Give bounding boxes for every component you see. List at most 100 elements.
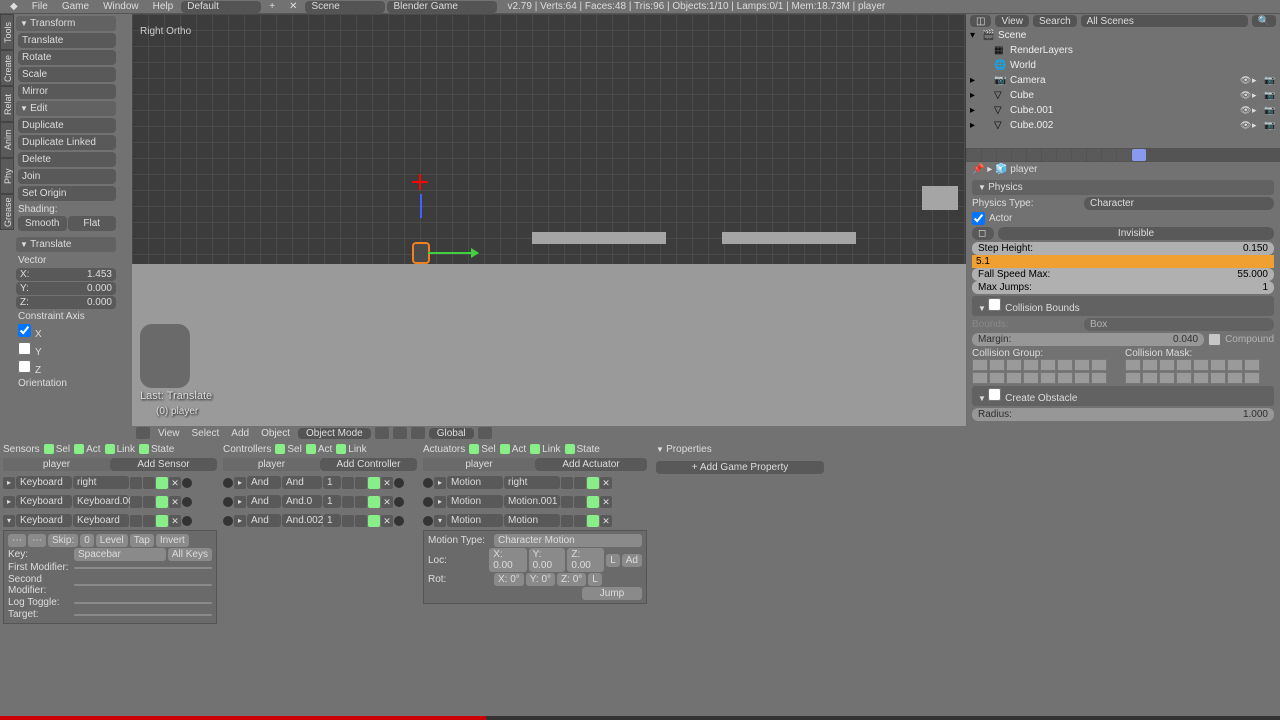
jump-force-input[interactable] [972, 255, 1274, 268]
level-button[interactable]: Level [96, 534, 128, 547]
outliner-search[interactable]: Search [1033, 15, 1077, 27]
sensors-title[interactable]: Sensors [3, 444, 40, 455]
phys-type-dropdown[interactable]: Character [1084, 197, 1274, 210]
tab-renderlayers[interactable] [982, 149, 996, 161]
menu-file[interactable]: File [26, 1, 54, 12]
ghost-icon[interactable]: ◻ [972, 227, 994, 240]
translate-button[interactable]: Translate [18, 33, 116, 48]
vp-menu-add[interactable]: Add [227, 428, 253, 439]
secmod-field[interactable] [74, 584, 212, 586]
outliner-scene[interactable]: Scene [998, 30, 1026, 41]
outliner-view[interactable]: View [995, 15, 1029, 27]
sensor-brick-1[interactable]: ▸KeyboardKeyboard.001✕ [3, 494, 217, 509]
outliner-type-icon[interactable]: ◫ [970, 15, 991, 27]
tab-world-props[interactable] [1012, 149, 1026, 161]
controller-brick-0[interactable]: ▸AndAnd1✕ [223, 475, 417, 490]
tab-tools[interactable]: Tools [0, 14, 14, 50]
loc-l[interactable]: L [606, 554, 620, 567]
add-game-property-button[interactable]: + Add Game Property [656, 461, 824, 474]
act-act[interactable]: Act [500, 444, 526, 455]
viewport-3d[interactable]: Right Ortho Last: Translate (0) player [132, 14, 966, 426]
outliner-camera[interactable]: Camera [1010, 75, 1046, 86]
caxis-y[interactable]: Y [16, 341, 116, 359]
invisible-button[interactable]: Invisible [998, 227, 1274, 240]
duplicate-linked-button[interactable]: Duplicate Linked [18, 135, 116, 150]
rotate-button[interactable]: Rotate [18, 50, 116, 65]
outliner-filter[interactable]: All Scenes [1081, 15, 1248, 27]
step-height-slider[interactable]: Step Height:0.150 [972, 242, 1274, 255]
delete-button[interactable]: Delete [18, 152, 116, 167]
vp-menu-view[interactable]: View [154, 428, 184, 439]
tab-relations[interactable]: Relat [0, 86, 14, 122]
jump-button[interactable]: Jump [582, 587, 642, 600]
actuator-brick-1[interactable]: ▸MotionMotion.001✕ [423, 494, 647, 509]
scene-dropdown[interactable]: Scene [305, 1, 385, 13]
sens-link[interactable]: Link [105, 444, 135, 455]
pivot-icon[interactable] [393, 427, 407, 439]
layers-icon[interactable] [478, 427, 492, 439]
tab-scene-props[interactable] [997, 149, 1011, 161]
tab-create[interactable]: Create [0, 50, 14, 86]
gizmo-z-axis[interactable] [420, 194, 422, 218]
loc-z[interactable]: Z: 0.00 [567, 548, 604, 572]
rot-l[interactable]: L [588, 573, 602, 586]
tab-grease[interactable]: Grease [0, 194, 14, 230]
outliner-cube001[interactable]: Cube.001 [1010, 105, 1053, 116]
max-jumps-field[interactable]: Max Jumps:1 [972, 281, 1274, 294]
motiontype-dropdown[interactable]: Character Motion [494, 534, 642, 547]
scale-button[interactable]: Scale [18, 67, 116, 82]
firstmod-field[interactable] [74, 567, 212, 569]
edit-header[interactable]: Edit [16, 101, 116, 116]
act-link[interactable]: Link [530, 444, 560, 455]
rot-z[interactable]: Z: 0° [557, 573, 586, 586]
outliner-world[interactable]: World [1010, 60, 1036, 71]
loc-x[interactable]: X: 0.00 [489, 548, 526, 572]
outliner-cube002[interactable]: Cube.002 [1010, 120, 1053, 131]
set-origin-button[interactable]: Set Origin [18, 186, 116, 201]
menu-game[interactable]: Game [56, 1, 95, 12]
controller-brick-2[interactable]: ▸AndAnd.0021✕ [223, 513, 417, 528]
actor-checkbox[interactable]: Actor [972, 212, 1012, 225]
caxis-z[interactable]: Z [16, 359, 116, 377]
engine-dropdown[interactable]: Blender Game [387, 1, 497, 13]
tab-data[interactable] [1072, 149, 1086, 161]
transform-header[interactable]: Transform [16, 16, 116, 31]
loc-y[interactable]: Y: 0.00 [529, 548, 566, 572]
menu-window[interactable]: Window [97, 1, 145, 12]
tab-physics-props[interactable] [1132, 149, 1146, 161]
controllers-title[interactable]: Controllers [223, 444, 271, 455]
vec-z[interactable]: Z:0.000 [16, 296, 116, 309]
tab-object[interactable] [1027, 149, 1041, 161]
invert-button[interactable]: Invert [156, 534, 189, 547]
video-progress-bar[interactable] [0, 716, 1280, 720]
smooth-button[interactable]: Smooth [18, 216, 67, 231]
add-actuator-button[interactable]: Add Actuator [535, 458, 647, 471]
manipulator-icon[interactable] [411, 427, 425, 439]
fall-speed-slider[interactable]: Fall Speed Max:55.000 [972, 268, 1274, 281]
tab-render[interactable] [967, 149, 981, 161]
flat-button[interactable]: Flat [68, 216, 117, 231]
actuator-brick-0[interactable]: ▸Motionright✕ [423, 475, 647, 490]
logtog-field[interactable] [74, 602, 212, 604]
sens-state[interactable]: State [139, 444, 174, 455]
sens-act[interactable]: Act [74, 444, 100, 455]
layout-del[interactable]: ✕ [283, 1, 303, 12]
controller-brick-1[interactable]: ▸AndAnd.01✕ [223, 494, 417, 509]
key-field[interactable]: Spacebar [74, 548, 166, 561]
vp-menu-select[interactable]: Select [188, 428, 224, 439]
sens-sel[interactable]: Sel [44, 444, 70, 455]
cont-act[interactable]: Act [306, 444, 332, 455]
mode-dropdown[interactable]: Object Mode [298, 428, 371, 439]
coll-mask-grid[interactable] [1125, 359, 1274, 384]
caxis-x[interactable]: X [16, 323, 116, 341]
sensor-brick-0[interactable]: ▸Keyboardright✕ [3, 475, 217, 490]
tab-anim[interactable]: Anim [0, 122, 14, 158]
duplicate-button[interactable]: Duplicate [18, 118, 116, 133]
blender-icon[interactable]: ◆ [4, 1, 24, 12]
tab-texture[interactable] [1102, 149, 1116, 161]
coll-group-grid[interactable] [972, 359, 1121, 384]
vec-x[interactable]: X:1.453 [16, 268, 116, 281]
collision-bounds-header[interactable]: Collision Bounds [972, 296, 1274, 316]
tap-button[interactable]: Tap [130, 534, 154, 547]
toolshelf-scrollbar[interactable] [118, 14, 132, 440]
